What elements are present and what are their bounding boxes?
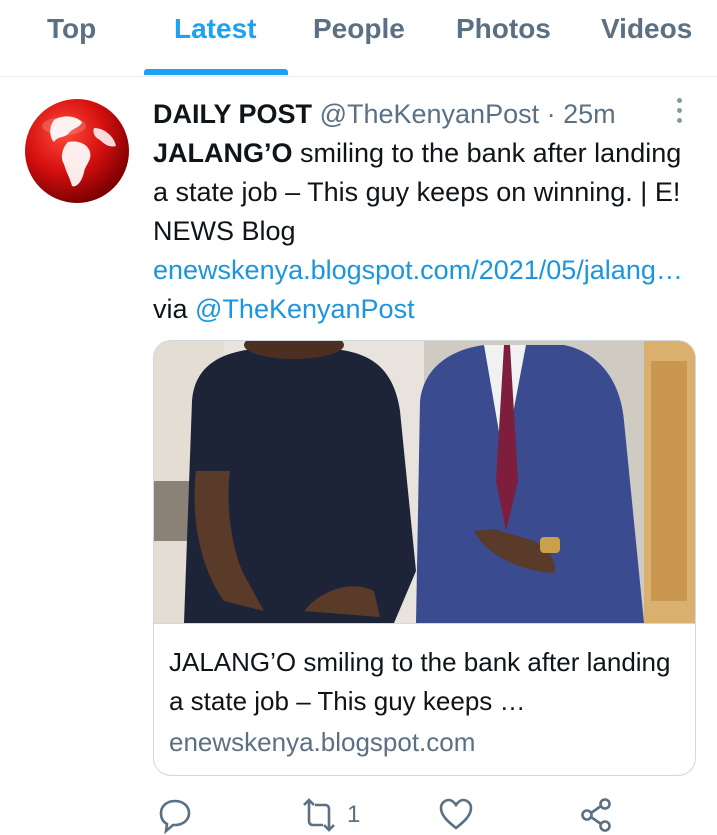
- tab-videos[interactable]: Videos: [601, 12, 692, 46]
- retweet-count: 1: [347, 801, 361, 828]
- card-divider: [154, 623, 695, 624]
- tweet-actions: 1: [153, 795, 694, 835]
- card-image[interactable]: [154, 341, 695, 623]
- reply-icon[interactable]: [158, 795, 192, 835]
- tweet-text-bold: JALANG’O: [153, 138, 293, 168]
- link-card[interactable]: JALANG’O smiling to the bank after landi…: [153, 340, 696, 776]
- share-icon[interactable]: [578, 795, 614, 835]
- author-handle[interactable]: @TheKenyanPost: [320, 99, 540, 129]
- avatar[interactable]: [24, 98, 130, 204]
- tab-photos[interactable]: Photos: [456, 12, 551, 46]
- separator: ·: [546, 99, 556, 129]
- active-tab-indicator: [144, 69, 288, 75]
- card-domain: enewskenya.blogspot.com: [169, 727, 476, 757]
- tab-latest[interactable]: Latest: [174, 12, 256, 46]
- like-icon[interactable]: [438, 795, 474, 835]
- via-handle[interactable]: @TheKenyanPost: [195, 294, 415, 324]
- tweet-time[interactable]: 25m: [563, 99, 616, 129]
- tab-people[interactable]: People: [313, 12, 405, 46]
- retweet-icon[interactable]: [299, 795, 339, 835]
- via-label: via: [153, 294, 188, 324]
- tweet-link[interactable]: enewskenya.blogspot.com/2021/05/jalang…: [153, 255, 683, 285]
- tweet-text: JALANG’O smiling to the bank after landi…: [153, 134, 693, 329]
- tweet-header: DAILY POST @TheKenyanPost · 25m: [153, 96, 616, 132]
- search-tabs: Top Latest People Photos Videos: [0, 0, 717, 77]
- card-title: JALANG’O smiling to the bank after landi…: [169, 647, 671, 716]
- tab-top[interactable]: Top: [47, 12, 96, 46]
- author-name[interactable]: DAILY POST: [153, 99, 312, 129]
- more-icon[interactable]: [672, 98, 686, 128]
